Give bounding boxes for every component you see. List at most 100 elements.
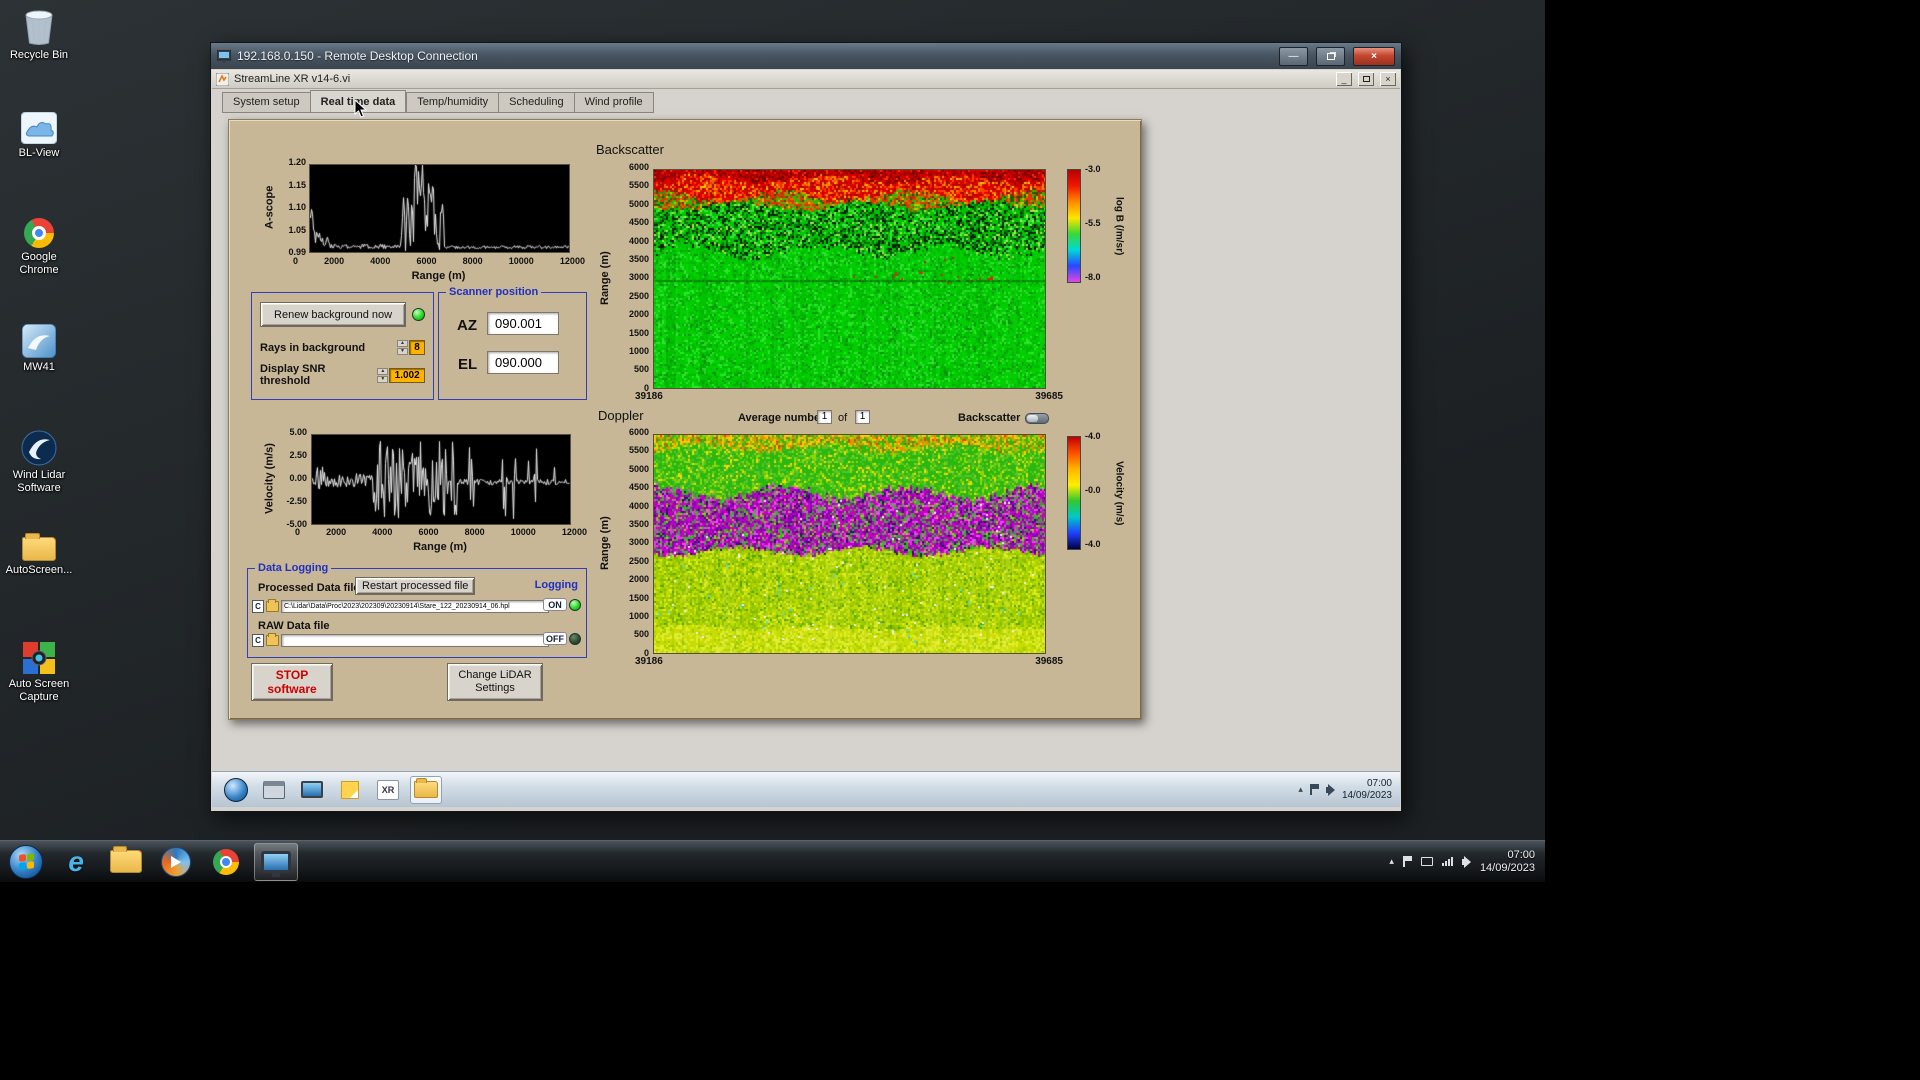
velocity-y-ticks: 5.00 2.50 0.00 -2.50 -5.00 (273, 428, 307, 529)
velocity-x-axis-label: Range (m) (413, 541, 467, 553)
remote-taskbar-xr-button[interactable]: XR (372, 776, 404, 804)
volume-icon[interactable] (1325, 783, 1335, 796)
tick-label: 5000 (628, 198, 649, 209)
taskbar-chrome-button[interactable] (204, 843, 248, 881)
colorbar-tick-label: -0.0 (1085, 485, 1101, 495)
rays-value-field[interactable]: 8 (409, 340, 425, 355)
remote-taskbar-folder-button[interactable] (410, 775, 442, 804)
taskbar-explorer-button[interactable] (104, 843, 148, 881)
remote-taskbar-app-button[interactable] (258, 776, 290, 804)
tab-system-setup[interactable]: System setup (222, 92, 310, 113)
az-value-field[interactable]: 090.001 (487, 312, 559, 335)
tab-wind-profile[interactable]: Wind profile (573, 92, 654, 113)
desktop: Recycle Bin BL-View Google Chrome MW41 W… (0, 0, 1545, 882)
rdp-minimize-button[interactable]: — (1279, 46, 1308, 66)
rdp-close-button[interactable]: × (1353, 46, 1395, 66)
remote-taskbar-monitor-button[interactable] (296, 776, 328, 804)
action-center-flag-icon[interactable] (1402, 856, 1412, 867)
desktop-icon-bl-view[interactable]: BL-View (2, 112, 76, 160)
tick-label: 8000 (464, 527, 485, 537)
average-number-field[interactable]: 1 (817, 410, 832, 424)
app-close-button[interactable]: × (1380, 72, 1396, 86)
tray-expand-icon[interactable]: ▴ (1298, 784, 1303, 795)
tab-scheduling[interactable]: Scheduling (498, 92, 574, 113)
tick-label: 6000 (416, 256, 437, 266)
desktop-icon-auto-screen-capture[interactable]: Auto Screen Capture (2, 641, 76, 704)
taskbar-ie-button[interactable]: e (54, 843, 98, 881)
taskbar-clock[interactable]: 07:00 14/09/2023 (1480, 849, 1535, 875)
remote-clock[interactable]: 07:00 14/09/2023 (1342, 778, 1392, 802)
desktop-icon-label: Auto Screen Capture (8, 678, 70, 703)
volume-icon[interactable] (1461, 855, 1471, 868)
of-label: of (838, 412, 848, 424)
spinner-down-icon[interactable]: ▼ (377, 375, 389, 383)
tick-label: 4000 (628, 235, 649, 246)
start-button[interactable] (4, 843, 48, 881)
spinner-down-icon[interactable]: ▼ (397, 348, 408, 355)
remote-taskbar-notes-button[interactable] (334, 776, 366, 804)
rdp-titlebar[interactable]: 192.168.0.150 - Remote Desktop Connectio… (211, 43, 1401, 69)
doppler-colorbar (1067, 436, 1081, 550)
rays-spinner[interactable]: ▲ ▼ (397, 340, 408, 355)
spinner-up-icon[interactable]: ▲ (397, 340, 408, 347)
change-lidar-settings-button[interactable]: Change LiDAR Settings (447, 663, 543, 701)
processed-logging-toggle[interactable]: ON (543, 598, 581, 611)
backscatter-toggle-switch[interactable] (1025, 413, 1049, 424)
rdp-restore-button[interactable] (1316, 46, 1345, 66)
tick-label: 1.15 (288, 179, 306, 190)
tray-expand-icon[interactable]: ▴ (1389, 856, 1394, 867)
remote-taskbar-browser-button[interactable] (220, 776, 252, 804)
tick-label: 10000 (510, 527, 536, 537)
average-count-field[interactable]: 1 (855, 410, 870, 424)
taskbar-rdp-button[interactable] (254, 842, 298, 881)
remote-tray: ▴ 07:00 14/09/2023 (1298, 778, 1392, 802)
desktop-icon-wind-lidar[interactable]: Wind Lidar Software (2, 430, 76, 495)
browse-folder-icon[interactable] (266, 633, 279, 646)
auto-screen-capture-icon (23, 642, 55, 674)
ascope-x-axis-label: Range (m) (411, 270, 466, 282)
el-value-field[interactable]: 090.000 (487, 351, 559, 374)
scanner-position-group: Scanner position AZ 090.001 EL 090.000 (438, 286, 587, 400)
snr-value-field[interactable]: 1.002 (389, 367, 425, 383)
tick-label: 3500 (628, 519, 649, 530)
desktop-icon-label: MW41 (23, 361, 55, 373)
app-restore-button[interactable] (1358, 72, 1374, 86)
drive-icon: C (252, 634, 264, 647)
backscatter-plot (653, 169, 1046, 389)
background-group: Renew background now Rays in background … (251, 292, 434, 400)
display-icon[interactable] (1420, 857, 1433, 866)
drive-icon: C (252, 600, 264, 613)
stop-software-button[interactable]: STOP software (251, 663, 333, 701)
renew-background-button[interactable]: Renew background now (260, 302, 407, 327)
spinner-up-icon[interactable]: ▲ (377, 367, 389, 375)
tick-label: 3500 (628, 254, 649, 265)
tick-label: 1.20 (288, 157, 306, 167)
browse-folder-icon[interactable] (266, 599, 279, 612)
network-icon[interactable] (1441, 857, 1453, 866)
off-label: OFF (543, 632, 567, 645)
restart-processed-file-button[interactable]: Restart processed file (355, 577, 476, 595)
action-center-flag-icon[interactable] (1309, 784, 1319, 795)
tick-label: 2500 (628, 290, 649, 301)
desktop-icon-autoscreen[interactable]: AutoScreen... (2, 533, 76, 577)
app-minimize-button[interactable]: _ (1336, 72, 1352, 86)
tick-label: 4500 (628, 482, 649, 493)
taskbar-media-player-button[interactable] (154, 843, 198, 881)
tick-label: 5.00 (289, 427, 307, 437)
snr-spinner[interactable]: ▲ ▼ (377, 367, 389, 383)
raw-logging-toggle[interactable]: OFF (543, 632, 581, 645)
colorbar-tick-label: -4.0 (1085, 431, 1101, 441)
raw-path-field[interactable] (281, 634, 549, 647)
ascope-x-ticks: 0 2000 4000 6000 8000 10000 12000 (293, 256, 585, 266)
tick-label: 500 (633, 629, 649, 640)
tick-label: 4000 (628, 500, 649, 511)
processed-path-field[interactable]: C:\Lidar\Data\Proc\2023\202309\20230914\… (281, 600, 549, 613)
restore-icon (1326, 52, 1335, 60)
desktop-icon-mw41[interactable]: MW41 (2, 324, 76, 374)
app-titlebar[interactable]: StreamLine XR v14-6.vi _ × (212, 70, 1400, 89)
folder-icon (414, 778, 438, 798)
doppler-x-end-label: 39685 (1035, 656, 1063, 667)
tab-temp-humidity[interactable]: Temp/humidity (406, 92, 499, 113)
desktop-icon-recycle-bin[interactable]: Recycle Bin (2, 8, 76, 62)
desktop-icon-google-chrome[interactable]: Google Chrome (2, 218, 76, 277)
